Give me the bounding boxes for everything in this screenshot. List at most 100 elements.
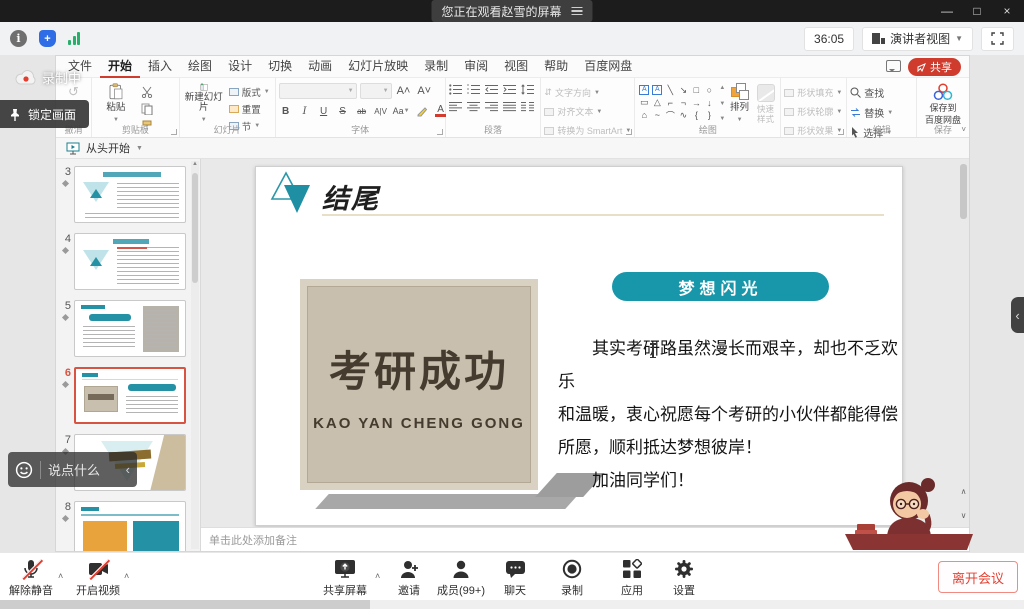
shape-fill-button[interactable]: 形状填充▼	[784, 86, 842, 99]
settings-button[interactable]: 设置	[664, 558, 704, 598]
slide-scrollbar[interactable]: ∧ ∨	[959, 162, 968, 523]
lock-view-tooltip[interactable]: 锁定画面	[0, 100, 89, 128]
text-layout-launcher[interactable]	[626, 129, 632, 135]
bullets-icon[interactable]	[449, 84, 462, 95]
tab-help[interactable]: 帮助	[536, 56, 576, 78]
video-options-chevron[interactable]: ˄	[124, 571, 129, 581]
quick-styles-button[interactable]: 快速样式	[754, 83, 778, 125]
banner-menu-icon[interactable]	[572, 7, 583, 16]
shape-outline-button[interactable]: 形状轮廓▼	[784, 105, 842, 118]
small-strike-button[interactable]: ab	[355, 104, 369, 118]
invite-button[interactable]: 邀请	[390, 558, 428, 598]
character-spacing-button[interactable]: A|V	[374, 104, 388, 118]
replace-button[interactable]: 替换▼	[850, 105, 893, 120]
text-direction-button[interactable]: ⇵文字方向▼	[544, 86, 631, 99]
fullscreen-button[interactable]	[981, 27, 1014, 51]
shrink-font-button[interactable]: A˅	[415, 85, 433, 97]
tab-home[interactable]: 开始	[100, 56, 140, 78]
side-panel-handle[interactable]: ‹	[1011, 297, 1024, 333]
tab-insert[interactable]: 插入	[140, 56, 180, 78]
numbering-icon[interactable]	[467, 84, 480, 95]
close-button[interactable]: ×	[994, 0, 1020, 22]
paste-button[interactable]: 粘贴▼	[95, 83, 137, 125]
copy-icon[interactable]	[141, 103, 153, 115]
cut-icon[interactable]	[141, 86, 153, 98]
layout-button[interactable]: 版式▼	[229, 85, 270, 99]
share-screen-button[interactable]: 共享屏幕	[317, 558, 373, 598]
justify-icon[interactable]	[503, 101, 516, 112]
current-slide-canvas[interactable]: 结尾 考研成功 KAO YAN CHENG GONG 梦想闪光 其实考研路虽然漫…	[255, 166, 903, 526]
tab-animations[interactable]: 动画	[300, 56, 340, 78]
thumbnail-slide-6-selected[interactable]: 6	[56, 367, 200, 424]
leave-meeting-button[interactable]: 离开会议	[938, 561, 1018, 593]
ppt-share-button[interactable]: 共享	[908, 58, 961, 76]
font-size-select[interactable]	[360, 83, 392, 99]
font-family-select[interactable]	[279, 83, 357, 99]
mute-options-chevron[interactable]: ˄	[58, 571, 63, 581]
strikethrough-button[interactable]: S	[336, 104, 350, 118]
tab-view[interactable]: 视图	[496, 56, 536, 78]
slide-title[interactable]: 结尾	[322, 177, 380, 216]
apps-button[interactable]: 应用	[612, 558, 652, 598]
shapes-scroll[interactable]: ▲▼▼	[719, 83, 725, 122]
record-button[interactable]: 录制	[552, 558, 592, 598]
chat-input-placeholder[interactable]: 说点什么	[48, 460, 119, 479]
shape-format-launcher[interactable]	[838, 129, 844, 135]
start-video-button[interactable]: 开启视频	[72, 558, 124, 598]
grow-font-button[interactable]: A˄	[395, 85, 413, 97]
reset-button[interactable]: 重置	[229, 102, 270, 116]
columns-icon[interactable]	[521, 101, 534, 112]
align-text-button[interactable]: 对齐文本▼	[544, 105, 631, 118]
smartart-button[interactable]: 转换为 SmartArt▼	[544, 124, 631, 137]
dream-shine-pill[interactable]: 梦想闪光	[612, 272, 829, 301]
highlight-button[interactable]	[415, 104, 429, 118]
shapes-gallery[interactable]: AA╲↘□○ ▭△⌐¬→↓ ⌂~⌒∿{}	[638, 84, 715, 122]
thumbnail-slide-3[interactable]: 3	[56, 166, 200, 223]
align-left-icon[interactable]	[449, 101, 462, 112]
align-right-icon[interactable]	[485, 101, 498, 112]
tab-review[interactable]: 审阅	[456, 56, 496, 78]
tab-slideshow[interactable]: 幻灯片放映	[340, 56, 416, 78]
increase-indent-icon[interactable]	[503, 84, 516, 95]
decrease-indent-icon[interactable]	[485, 84, 498, 95]
share-options-chevron[interactable]: ˄	[375, 571, 380, 581]
tab-design[interactable]: 设计	[220, 56, 260, 78]
clipboard-launcher[interactable]	[171, 129, 177, 135]
from-beginning-label[interactable]: 从头开始	[86, 140, 130, 156]
italic-button[interactable]: I	[298, 104, 312, 118]
collapse-ribbon-icon[interactable]: ˅	[961, 125, 966, 134]
change-case-button[interactable]: Aa▼	[393, 104, 410, 118]
underline-button[interactable]: U	[317, 104, 331, 118]
align-center-icon[interactable]	[467, 101, 480, 112]
maximize-button[interactable]: □	[964, 0, 990, 22]
members-button[interactable]: 成员(99+)	[430, 558, 492, 598]
unmute-button[interactable]: 解除静音	[6, 558, 56, 598]
tab-baidu-netdisk[interactable]: 百度网盘	[576, 56, 640, 78]
arrange-button[interactable]: 排列▼	[729, 83, 749, 125]
shape-effects-button[interactable]: 形状效果▼	[784, 124, 842, 137]
collapse-chat-icon[interactable]: ‹	[126, 462, 130, 477]
chevron-down-icon[interactable]: ▼	[136, 145, 143, 152]
tab-transitions[interactable]: 切换	[260, 56, 300, 78]
meeting-info-icon[interactable]: i	[10, 30, 27, 47]
line-spacing-icon[interactable]	[521, 84, 534, 95]
font-launcher[interactable]	[437, 129, 443, 135]
thumbnail-slide-5[interactable]: 5	[56, 300, 200, 357]
comments-icon[interactable]	[886, 60, 901, 72]
watching-banner[interactable]: 您正在观看赵雪的屏幕	[431, 0, 592, 22]
view-mode-selector[interactable]: 演讲者视图 ▼	[862, 27, 973, 51]
minimize-button[interactable]: —	[934, 0, 960, 22]
save-to-baidu-button[interactable]: 保存到百度网盘	[920, 83, 966, 125]
bold-button[interactable]: B	[279, 104, 293, 118]
chat-quick-input[interactable]: 说点什么 ‹	[8, 452, 137, 487]
thumbnail-slide-4[interactable]: 4	[56, 233, 200, 290]
find-button[interactable]: 查找	[850, 85, 893, 100]
thumbnail-slide-8[interactable]: 8	[56, 501, 200, 551]
kaoyan-success-stamp[interactable]: 考研成功 KAO YAN CHENG GONG	[300, 279, 538, 490]
security-shield-icon[interactable]: +	[39, 30, 56, 47]
tab-draw[interactable]: 绘图	[180, 56, 220, 78]
emoji-icon[interactable]	[15, 461, 33, 479]
new-slide-button[interactable]: 新建幻灯片▼	[183, 83, 225, 125]
thumbnail-scrollbar[interactable]: ▲	[191, 161, 199, 549]
chat-button[interactable]: 聊天	[497, 558, 533, 598]
